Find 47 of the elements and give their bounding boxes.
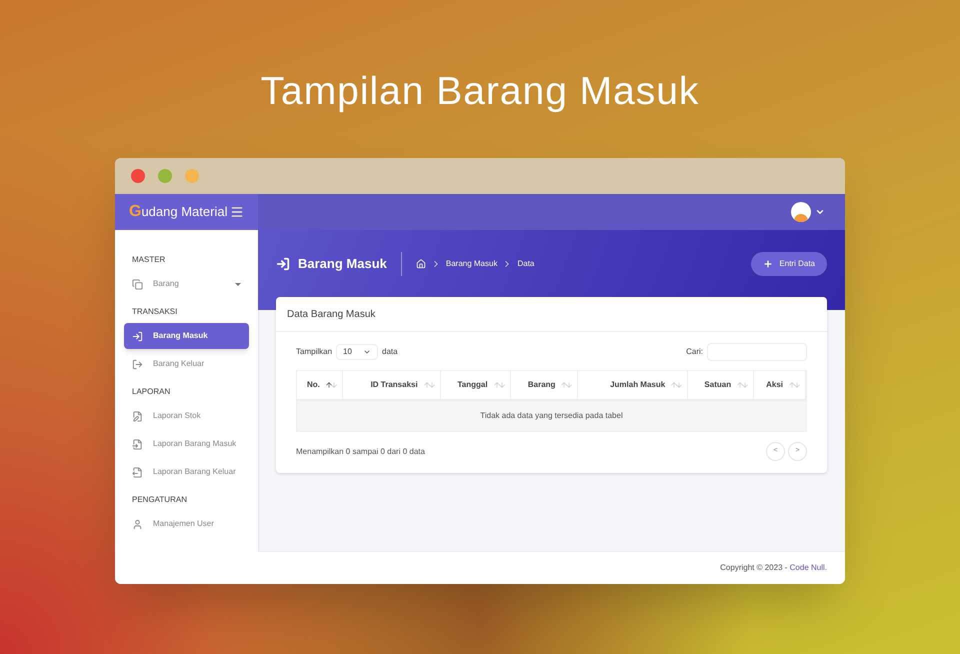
length-suffix: data — [382, 346, 398, 358]
sign-in-icon — [276, 257, 290, 271]
copy-icon — [132, 278, 143, 290]
sidebar-item[interactable]: Laporan Stok — [124, 403, 249, 429]
sidebar-heading: PENGATURAN — [131, 494, 188, 506]
column-header[interactable]: ID Transaksi — [342, 371, 441, 399]
card-title: Data Barang Masuk — [276, 297, 827, 332]
column-header[interactable]: Tanggal — [440, 371, 511, 399]
sidebar-item[interactable]: Barang Masuk — [124, 323, 249, 349]
page-length-select[interactable]: 10 — [336, 344, 378, 360]
column-header[interactable]: Jumlah Masuk — [578, 371, 688, 399]
user-icon — [132, 518, 143, 530]
home-icon[interactable] — [416, 259, 426, 269]
length-label: Tampilkan — [296, 346, 332, 358]
sidebar-item[interactable]: Manajemen User — [124, 511, 249, 537]
table-info: Menampilkan 0 sampai 0 dari 0 data — [296, 446, 425, 458]
banner-title: Tampilan Barang Masuk — [260, 72, 700, 111]
column-header[interactable]: No. — [297, 371, 343, 399]
footer-link[interactable]: Code Null. — [790, 563, 827, 572]
sidebar-item[interactable]: Laporan Barang Keluar — [124, 459, 249, 485]
breadcrumb-item: Data — [517, 258, 534, 270]
file-import-icon — [132, 438, 143, 450]
sidebar-item[interactable]: Barang — [124, 271, 249, 297]
entry-data-button[interactable]: Entri Data — [751, 252, 827, 276]
breadcrumb-item[interactable]: Barang Masuk — [446, 258, 498, 270]
column-header[interactable]: Barang — [510, 371, 578, 399]
copyright-text: Copyright © 2023 - Code Null. — [720, 562, 827, 574]
avatar-icon[interactable] — [791, 202, 811, 222]
chevron-down-icon[interactable] — [815, 207, 825, 217]
chevron-down-icon — [363, 348, 372, 356]
plus-icon — [763, 259, 774, 269]
page-title: Barang Masuk — [298, 255, 387, 274]
file-export-icon — [132, 466, 143, 478]
column-header[interactable]: Aksi — [754, 371, 806, 399]
sidebar-item[interactable]: Barang Keluar — [124, 351, 249, 377]
column-header[interactable]: Satuan — [688, 371, 754, 399]
sidebar-heading: LAPORAN — [131, 386, 172, 398]
sign-in-icon — [132, 330, 143, 342]
menu-icon[interactable] — [230, 205, 244, 219]
sidebar-heading: TRANSAKSI — [131, 306, 178, 318]
sidebar-item[interactable]: Laporan Barang Masuk — [124, 431, 249, 457]
document-edit-icon — [132, 410, 143, 422]
app-logo: Gudang Material — [129, 202, 228, 222]
sign-out-icon — [132, 358, 143, 370]
search-label: Cari: — [686, 346, 703, 358]
sidebar-heading: MASTER — [131, 254, 166, 266]
empty-table-message: Tidak ada data yang tersedia pada tabel — [297, 401, 806, 431]
